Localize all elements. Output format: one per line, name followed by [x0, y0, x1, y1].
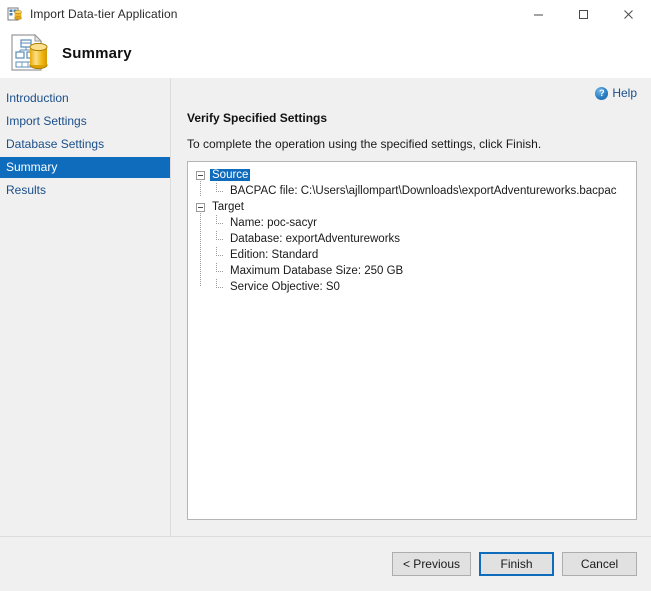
- collapse-expander-target-icon[interactable]: [196, 203, 205, 212]
- help-icon: ?: [595, 87, 608, 100]
- tree-node-bacpac-file[interactable]: BACPAC file: C:\Users\ajllompart\Downloa…: [192, 183, 632, 199]
- tree-node-name-label: Name: poc-sacyr: [230, 217, 317, 229]
- section-description: To complete the operation using the spec…: [187, 136, 637, 152]
- tree-node-source[interactable]: Source: [192, 167, 632, 183]
- window-controls: [516, 0, 651, 28]
- tree-node-maximum-database-size-label: Maximum Database Size: 250 GB: [230, 265, 403, 277]
- maximize-icon: [578, 9, 589, 20]
- sidebar-item-database-settings[interactable]: Database Settings: [0, 134, 170, 155]
- tree-connector: [216, 271, 224, 272]
- main-content: ? Help Verify Specified Settings To comp…: [171, 78, 651, 536]
- tree-node-edition[interactable]: Edition: Standard: [192, 247, 632, 263]
- data-tier-application-icon: [8, 32, 52, 74]
- close-button[interactable]: [606, 0, 651, 28]
- tree-node-service-objective-label: Service Objective: S0: [230, 281, 340, 293]
- page-title: Summary: [62, 45, 132, 62]
- page-banner: Summary: [0, 28, 651, 78]
- tree-node-database[interactable]: Database: exportAdventureworks: [192, 231, 632, 247]
- tree-node-name[interactable]: Name: poc-sacyr: [192, 215, 632, 231]
- sidebar-item-import-settings[interactable]: Import Settings: [0, 111, 170, 132]
- tree-node-edition-label: Edition: Standard: [230, 249, 318, 261]
- close-icon: [623, 9, 634, 20]
- tree-connector: [216, 191, 224, 192]
- tree-node-target[interactable]: Target: [192, 199, 632, 215]
- sidebar-item-results[interactable]: Results: [0, 180, 170, 201]
- wizard-steps-sidebar: Introduction Import Settings Database Se…: [0, 78, 171, 536]
- sidebar-item-summary[interactable]: Summary: [0, 157, 170, 178]
- tree-node-service-objective[interactable]: Service Objective: S0: [192, 279, 632, 295]
- section-heading: Verify Specified Settings: [187, 110, 637, 126]
- sidebar-item-introduction[interactable]: Introduction: [0, 88, 170, 109]
- settings-tree: Source BACPAC file: C:\Users\ajllompart\…: [192, 167, 632, 295]
- collapse-expander-source-icon[interactable]: [196, 171, 205, 180]
- previous-button[interactable]: < Previous: [392, 552, 471, 576]
- help-label: Help: [612, 86, 637, 100]
- minimize-icon: [533, 9, 544, 20]
- minimize-button[interactable]: [516, 0, 561, 28]
- tree-node-target-label: Target: [212, 201, 244, 213]
- dialog-footer: < Previous Finish Cancel: [0, 536, 651, 591]
- cancel-button[interactable]: Cancel: [562, 552, 637, 576]
- maximize-button[interactable]: [561, 0, 606, 28]
- window-title: Import Data-tier Application: [30, 7, 516, 21]
- import-data-tier-application-window: Import Data-tier Application: [0, 0, 651, 591]
- tree-connector: [216, 223, 224, 224]
- tree-connector: [216, 255, 224, 256]
- tree-node-database-label: Database: exportAdventureworks: [230, 233, 400, 245]
- tree-node-bacpac-file-label: BACPAC file: C:\Users\ajllompart\Downloa…: [230, 185, 616, 197]
- tree-connector: [216, 239, 224, 240]
- app-icon: [7, 6, 23, 22]
- settings-tree-panel[interactable]: Source BACPAC file: C:\Users\ajllompart\…: [187, 161, 637, 520]
- tree-node-source-label: Source: [210, 169, 250, 181]
- help-row: ? Help: [187, 78, 637, 108]
- dialog-body: Introduction Import Settings Database Se…: [0, 78, 651, 536]
- tree-connector: [216, 287, 224, 288]
- finish-button[interactable]: Finish: [479, 552, 554, 576]
- help-link[interactable]: ? Help: [595, 86, 637, 100]
- tree-node-maximum-database-size[interactable]: Maximum Database Size: 250 GB: [192, 263, 632, 279]
- title-bar: Import Data-tier Application: [0, 0, 651, 28]
